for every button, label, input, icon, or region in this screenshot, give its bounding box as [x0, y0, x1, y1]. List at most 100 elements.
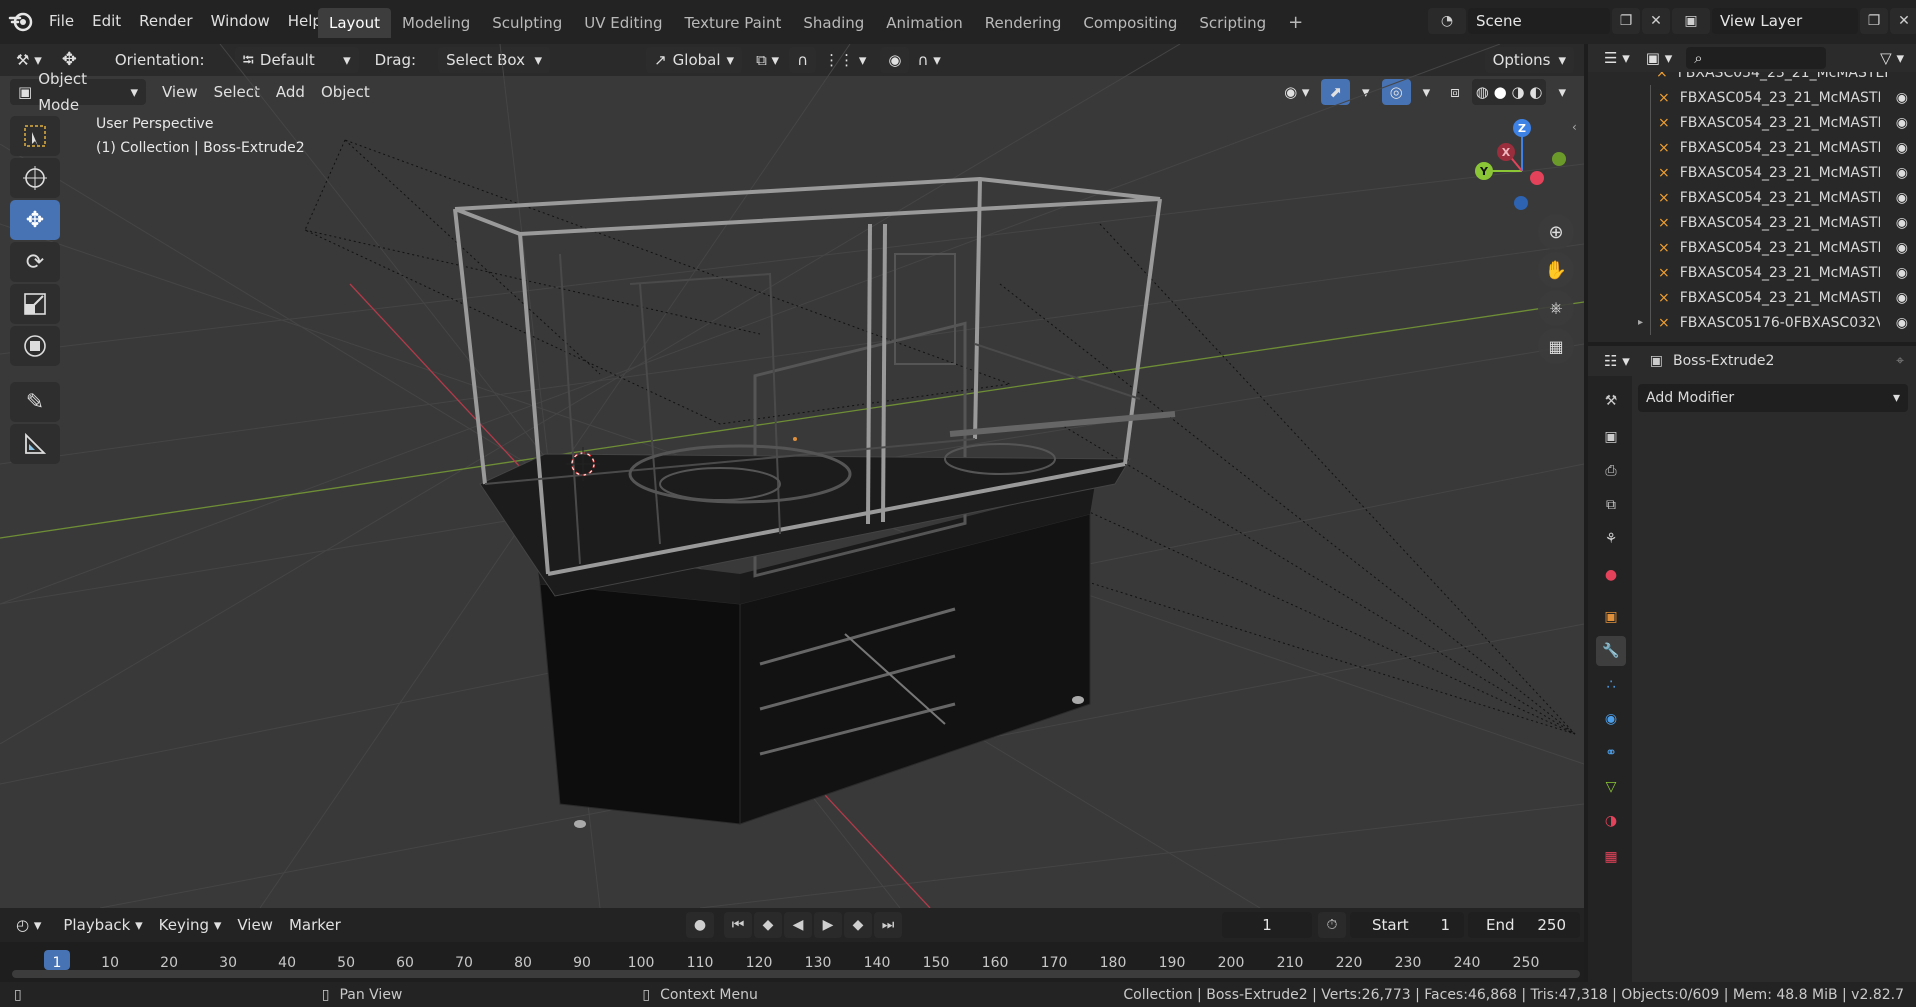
- gizmo-neg-z[interactable]: [1514, 196, 1528, 210]
- tab-scene[interactable]: ⚘: [1596, 524, 1626, 554]
- expand-arrow-icon[interactable]: ▸: [1638, 317, 1643, 328]
- pan-button[interactable]: ✋: [1538, 252, 1574, 288]
- tab-sculpting[interactable]: Sculpting: [481, 8, 573, 38]
- tab-texture[interactable]: ▦: [1596, 842, 1626, 872]
- perspective-toggle-button[interactable]: ▦: [1538, 328, 1574, 364]
- tab-modifiers[interactable]: 🔧: [1596, 636, 1626, 666]
- scene-name-field[interactable]: Scene: [1468, 8, 1610, 34]
- tab-animation[interactable]: Animation: [875, 8, 973, 38]
- machine-model[interactable]: [453, 176, 1176, 828]
- timeline-menu-playback[interactable]: Playback ▾: [55, 912, 150, 938]
- jump-end-button[interactable]: ⏭: [874, 912, 902, 938]
- tab-texture-paint[interactable]: Texture Paint: [674, 8, 793, 38]
- menu-file[interactable]: File: [40, 6, 83, 36]
- outliner-row[interactable]: ⨯ FBXASC054_23_21_McMASTEI ◉: [1588, 210, 1916, 235]
- eye-icon[interactable]: ◉: [1896, 90, 1908, 106]
- scale-tool[interactable]: [10, 284, 60, 324]
- tab-material[interactable]: ◑: [1596, 806, 1626, 836]
- menu-window[interactable]: Window: [202, 6, 279, 36]
- play-reverse-button[interactable]: ◀: [784, 912, 812, 938]
- record-button[interactable]: ●: [686, 912, 714, 938]
- timeline-scrubber[interactable]: 1 10 20 30 40 50 60 70 80 90 100 110 120 130 140 150 160…: [0, 942, 1584, 982]
- outliner-search-input[interactable]: ⌕: [1686, 47, 1827, 69]
- timeline-menu-keying[interactable]: Keying ▾: [151, 912, 230, 938]
- tab-rendering[interactable]: Rendering: [974, 8, 1073, 38]
- gizmo-neg-x[interactable]: [1530, 171, 1544, 185]
- tab-modeling[interactable]: Modeling: [391, 8, 481, 38]
- tab-output[interactable]: ⎙: [1596, 456, 1626, 486]
- tab-physics[interactable]: ◉: [1596, 704, 1626, 734]
- new-view-layer-button[interactable]: ❐: [1860, 8, 1888, 34]
- new-scene-button[interactable]: ❐: [1612, 8, 1640, 34]
- tab-constraints[interactable]: ⚭: [1596, 738, 1626, 768]
- sidebar-toggle-arrow[interactable]: ‹: [1572, 120, 1577, 134]
- tab-object-data[interactable]: ▽: [1596, 772, 1626, 802]
- camera-view-button[interactable]: ⎈: [1538, 290, 1574, 326]
- tab-view-layer[interactable]: ⧉: [1596, 490, 1626, 520]
- outliner-row[interactable]: ⨯ FBXASC054_23_21_McMASTEI ◉: [1588, 285, 1916, 310]
- measure-tool[interactable]: [10, 424, 60, 464]
- tab-scripting[interactable]: Scripting: [1188, 8, 1277, 38]
- cursor-tool[interactable]: [10, 158, 60, 198]
- add-modifier-dropdown[interactable]: Add Modifier ▾: [1638, 384, 1908, 412]
- outliner-row[interactable]: ⨯ FBXASC054_23_21_McMASTEI ◉: [1588, 260, 1916, 285]
- start-frame-field[interactable]: Start 1: [1350, 912, 1464, 938]
- eye-icon[interactable]: ◉: [1896, 315, 1908, 331]
- outliner-row[interactable]: ▸ ⨯ FBXASC05176-0FBXASC032V: ◉: [1588, 310, 1916, 335]
- tab-layout[interactable]: Layout: [318, 8, 391, 38]
- eye-icon[interactable]: ◉: [1896, 265, 1908, 281]
- menu-edit[interactable]: Edit: [83, 6, 130, 36]
- tab-tool[interactable]: ⚒: [1596, 386, 1626, 416]
- play-button[interactable]: ▶: [814, 912, 842, 938]
- outliner-row[interactable]: ⨯ FBXASC054_23_21_McMASTEI ◉: [1588, 85, 1916, 110]
- navigation-gizmo[interactable]: Z Y X: [1475, 119, 1566, 210]
- outliner-row[interactable]: ⨯ FBXASC054_23_21_McMASTEI ◉: [1588, 160, 1916, 185]
- rotate-tool[interactable]: ⟳: [10, 242, 60, 282]
- outliner-editor-type-button[interactable]: ☰ ▾: [1596, 45, 1638, 71]
- select-box-tool[interactable]: [10, 116, 60, 156]
- tab-world[interactable]: ●: [1596, 560, 1626, 590]
- eye-icon[interactable]: ◉: [1896, 215, 1908, 231]
- prev-keyframe-button[interactable]: ◆: [754, 912, 782, 938]
- view-layer-name-field[interactable]: View Layer: [1712, 8, 1858, 34]
- gizmo-neg-y[interactable]: [1552, 152, 1566, 166]
- eye-icon[interactable]: ◉: [1896, 290, 1908, 306]
- outliner-row[interactable]: ⨯ FBXASC054_23_21_McMASTEI ◉: [1588, 110, 1916, 135]
- pin-icon[interactable]: ⌖: [1896, 353, 1904, 369]
- eye-icon[interactable]: ◉: [1896, 140, 1908, 156]
- outliner-row[interactable]: ⨯ FBXASC054_23_21_McMASTEI ◉: [1588, 235, 1916, 260]
- tab-render[interactable]: ▣: [1596, 422, 1626, 452]
- tab-particles[interactable]: ∴: [1596, 670, 1626, 700]
- eye-icon[interactable]: ◉: [1896, 240, 1908, 256]
- view-layer-browse-button[interactable]: ▣: [1672, 8, 1710, 34]
- scene-canvas[interactable]: Z Y X: [0, 44, 1584, 908]
- eye-icon[interactable]: ◉: [1896, 165, 1908, 181]
- scene-browse-button[interactable]: ◔: [1428, 8, 1466, 34]
- menu-render[interactable]: Render: [130, 6, 201, 36]
- properties-editor-type-button[interactable]: ☷ ▾: [1596, 348, 1638, 374]
- display-mode-dropdown[interactable]: ▣ ▾: [1638, 45, 1680, 71]
- outliner-row[interactable]: ⨯ FBXASC054_23_21_McMASTEI ◉: [1588, 185, 1916, 210]
- tab-uv-editing[interactable]: UV Editing: [573, 8, 673, 38]
- timeline-scrollbar[interactable]: [12, 970, 1580, 978]
- tab-shading[interactable]: Shading: [792, 8, 875, 38]
- timeline-menu-marker[interactable]: Marker: [281, 912, 349, 938]
- tab-object[interactable]: ▣: [1596, 602, 1626, 632]
- outliner-filter-dropdown[interactable]: ▽ ▾: [1872, 45, 1912, 71]
- eye-icon[interactable]: ◉: [1896, 190, 1908, 206]
- 3d-viewport[interactable]: ⚒ ▾ ✥ Orientation: ⭾ Default ▾ Drag: Sel…: [0, 44, 1584, 908]
- move-tool[interactable]: ✥: [10, 200, 60, 240]
- delete-scene-button[interactable]: ✕: [1642, 8, 1670, 34]
- tab-compositing[interactable]: Compositing: [1072, 8, 1188, 38]
- blender-logo-icon[interactable]: [8, 10, 34, 32]
- jump-start-button[interactable]: ⏮: [724, 912, 752, 938]
- end-frame-field[interactable]: End 250: [1468, 912, 1580, 938]
- annotate-tool[interactable]: ✎: [10, 382, 60, 422]
- delete-view-layer-button[interactable]: ✕: [1890, 8, 1916, 34]
- preview-range-toggle[interactable]: ⏱: [1318, 912, 1346, 938]
- next-keyframe-button[interactable]: ◆: [844, 912, 872, 938]
- outliner-row[interactable]: ⨯ FBXASC054_23_21_McMASTEI ◉: [1588, 135, 1916, 160]
- transform-tool[interactable]: [10, 326, 60, 366]
- zoom-button[interactable]: ⊕: [1538, 214, 1574, 250]
- timeline-menu-view[interactable]: View: [229, 912, 281, 938]
